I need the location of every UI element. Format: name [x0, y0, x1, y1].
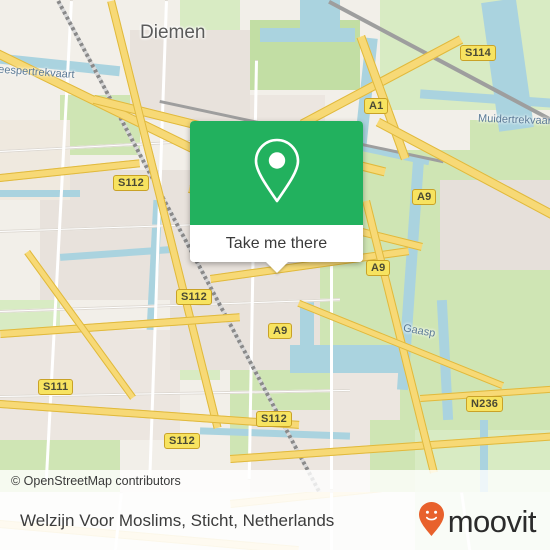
location-callout-card[interactable]: Take me there — [190, 121, 363, 273]
map-water — [260, 28, 355, 42]
callout-header — [190, 121, 363, 225]
moovit-smiley-pin-icon — [417, 501, 446, 542]
road-shield: N236 — [466, 396, 504, 412]
map-attribution-bar: © OpenStreetMap contributors — [0, 470, 550, 492]
map-screenshot: S114 A1 S112 A9 A9 S112 A9 S111 N236 S11… — [0, 0, 550, 550]
road-shield: S112 — [164, 433, 200, 449]
location-title: Welzijn Voor Moslims, Sticht, Netherland… — [20, 511, 335, 530]
road-shield: S112 — [256, 411, 292, 427]
take-me-there-label: Take me there — [225, 234, 328, 252]
callout-pointer — [265, 262, 288, 273]
road-shield: S111 — [38, 379, 74, 395]
road-shield: A9 — [412, 189, 437, 205]
map-pin-icon — [249, 136, 305, 211]
road-shield: A9 — [268, 323, 293, 339]
road-shield: S114 — [460, 45, 496, 61]
moovit-wordmark: moovit — [447, 503, 537, 539]
map-water — [0, 190, 80, 197]
openstreetmap-attribution[interactable]: © OpenStreetMap contributors — [0, 474, 181, 488]
callout-action[interactable]: Take me there — [190, 225, 363, 262]
map-built-area — [440, 180, 550, 270]
moovit-logo[interactable]: moovit — [417, 501, 550, 542]
road-shield: S112 — [113, 175, 149, 191]
footer-bar: Welzijn Voor Moslims, Sticht, Netherland… — [0, 492, 550, 550]
road-shield: A9 — [366, 260, 391, 276]
road-shield: A1 — [364, 98, 389, 114]
map-place-label: Diemen — [140, 22, 206, 43]
road-shield: S112 — [176, 289, 212, 305]
